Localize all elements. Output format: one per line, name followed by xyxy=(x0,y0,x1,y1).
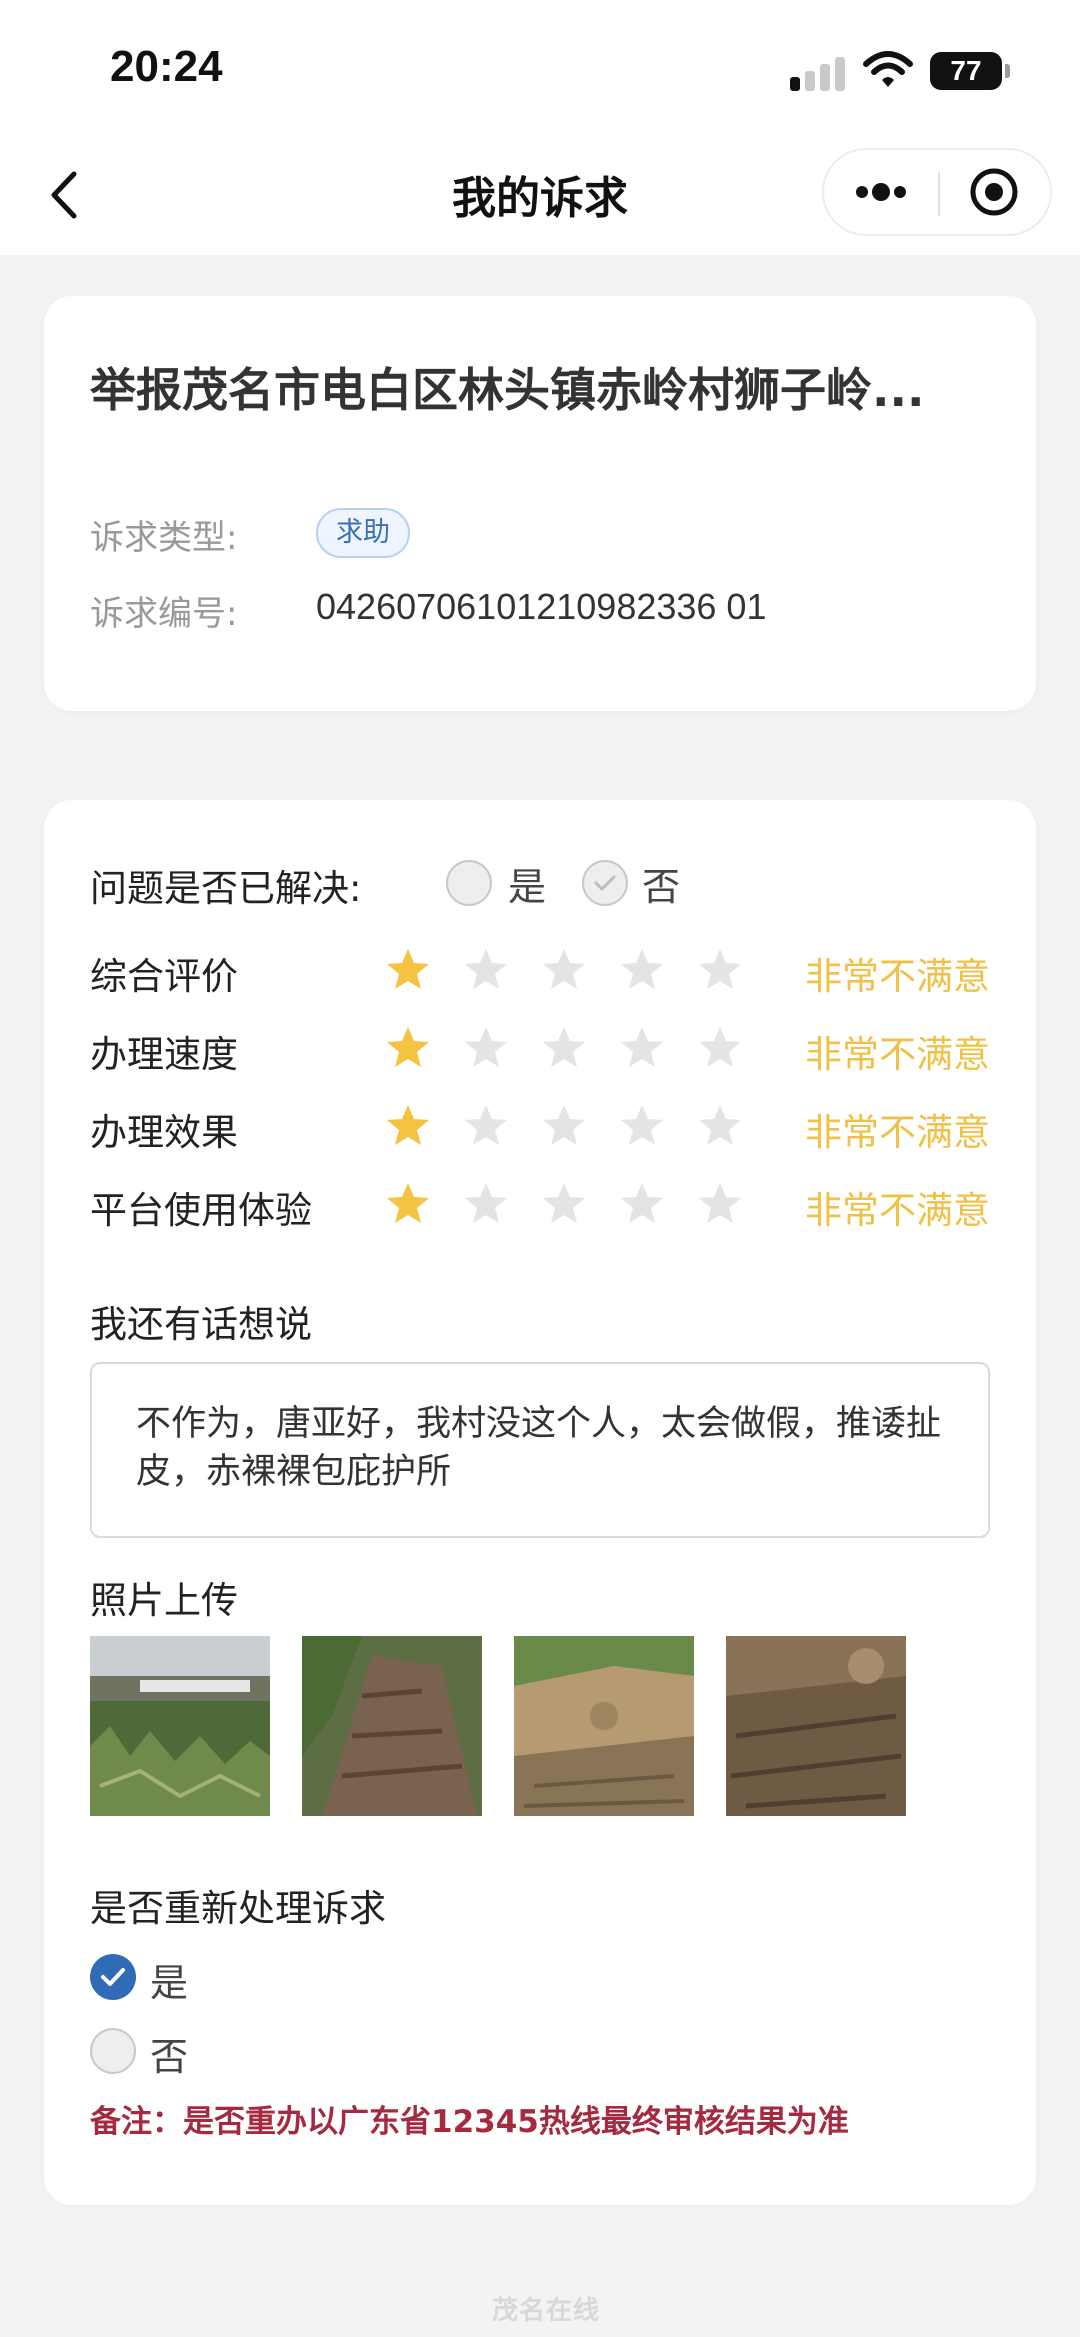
rating-text-speed: 非常不满意 xyxy=(805,1033,990,1076)
star-icon[interactable] xyxy=(696,1024,744,1072)
comment-label: 我还有话想说 xyxy=(90,1303,312,1346)
star-icon[interactable] xyxy=(462,1102,510,1150)
evaluation-card: 问题是否已解决: 是 否 综合评价 非常不满意 办理速度 非常不满意 办理效果 … xyxy=(44,800,1036,2205)
rating-stars-overall xyxy=(384,946,784,996)
wifi-icon xyxy=(863,51,913,87)
photo-thumbnail[interactable] xyxy=(726,1636,906,1816)
resolved-yes-radio[interactable] xyxy=(446,860,492,906)
resolved-no-label: 否 xyxy=(642,865,681,909)
star-icon[interactable] xyxy=(618,946,666,994)
rating-label-effect: 办理效果 xyxy=(90,1111,238,1154)
rating-label-platform: 平台使用体验 xyxy=(90,1189,312,1232)
rating-stars-effect xyxy=(384,1102,784,1152)
star-icon[interactable] xyxy=(618,1024,666,1072)
cellular-signal-icon xyxy=(790,55,846,91)
star-icon[interactable] xyxy=(696,946,744,994)
reprocess-note: 备注：是否重办以广东省12345热线最终审核结果为准 xyxy=(90,2104,849,2140)
photo-thumbnail[interactable] xyxy=(302,1636,482,1816)
rating-label-overall: 综合评价 xyxy=(90,955,238,998)
mini-program-capsule xyxy=(822,148,1052,236)
star-icon[interactable] xyxy=(462,1024,510,1072)
star-icon[interactable] xyxy=(618,1102,666,1150)
star-icon[interactable] xyxy=(540,1180,588,1228)
watermark-logo: 茂名在线 xyxy=(491,2295,600,2325)
star-icon[interactable] xyxy=(540,1024,588,1072)
rating-stars-platform xyxy=(384,1180,784,1230)
photo-thumbnail[interactable] xyxy=(90,1636,270,1816)
battery-icon: 77 xyxy=(930,52,1002,90)
rating-label-speed: 办理速度 xyxy=(90,1033,238,1076)
reprocess-no-radio[interactable] xyxy=(90,2028,136,2074)
photo-upload-label: 照片上传 xyxy=(90,1579,238,1622)
star-icon[interactable] xyxy=(384,1024,432,1072)
rating-text-effect: 非常不满意 xyxy=(805,1111,990,1154)
star-icon[interactable] xyxy=(540,946,588,994)
star-icon[interactable] xyxy=(462,1180,510,1228)
battery-tip xyxy=(1005,64,1010,78)
report-info-card: 举报茂名市电白区林头镇赤岭村狮子岭... 诉求类型: 求助 诉求编号: 0426… xyxy=(44,296,1036,711)
rating-stars-speed xyxy=(384,1024,784,1074)
close-target-icon[interactable] xyxy=(940,150,1050,234)
star-icon[interactable] xyxy=(384,1102,432,1150)
comment-field[interactable]: 不作为，唐亚好，我村没这个人，太会做假，推诿扯皮，赤裸裸包庇护所 xyxy=(90,1362,990,1538)
type-label: 诉求类型: xyxy=(90,518,238,558)
more-icon[interactable] xyxy=(824,150,938,234)
resolved-question: 问题是否已解决: xyxy=(90,867,362,910)
check-icon xyxy=(594,875,616,891)
resolved-no-radio[interactable] xyxy=(582,860,628,906)
resolved-yes-label: 是 xyxy=(508,865,547,909)
rating-text-platform: 非常不满意 xyxy=(805,1189,990,1232)
reprocess-no-label: 否 xyxy=(150,2035,189,2079)
status-time: 20:24 xyxy=(110,42,223,91)
number-label: 诉求编号: xyxy=(90,594,238,634)
reprocess-yes-radio[interactable] xyxy=(90,1954,136,2000)
type-badge: 求助 xyxy=(316,508,410,558)
report-title: 举报茂名市电白区林头镇赤岭村狮子岭... xyxy=(90,363,925,417)
star-icon[interactable] xyxy=(462,946,510,994)
reprocess-yes-label: 是 xyxy=(150,1961,189,2005)
report-number: 04260706101210982336 01 xyxy=(316,586,767,627)
photo-thumbnail[interactable] xyxy=(514,1636,694,1816)
check-icon xyxy=(101,1968,125,1986)
rating-text-overall: 非常不满意 xyxy=(805,955,990,998)
status-bar: 20:24 77 xyxy=(0,0,1080,140)
nav-bar: 我的诉求 xyxy=(0,140,1080,255)
reprocess-label: 是否重新处理诉求 xyxy=(90,1887,386,1930)
star-icon[interactable] xyxy=(696,1102,744,1150)
star-icon[interactable] xyxy=(384,946,432,994)
star-icon[interactable] xyxy=(540,1102,588,1150)
star-icon[interactable] xyxy=(696,1180,744,1228)
star-icon[interactable] xyxy=(384,1180,432,1228)
star-icon[interactable] xyxy=(618,1180,666,1228)
